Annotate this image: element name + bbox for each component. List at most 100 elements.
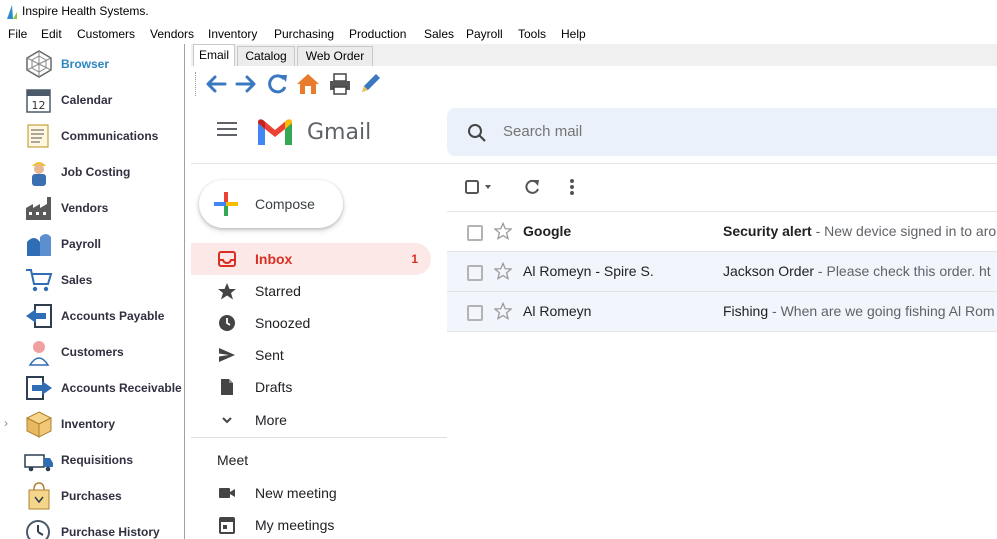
folder-label: Starred bbox=[255, 283, 301, 299]
sidebar-item-purchases[interactable]: Purchases bbox=[0, 478, 184, 514]
compose-button[interactable]: Compose bbox=[199, 180, 343, 228]
menu-payroll[interactable]: Payroll bbox=[466, 27, 503, 41]
meet-my-meetings[interactable]: My meetings bbox=[191, 509, 431, 539]
sidebar-item-purchase-history[interactable]: Purchase History bbox=[0, 514, 184, 539]
sidebar-item-calendar[interactable]: 12 Calendar bbox=[0, 82, 184, 118]
mail-list-toolbar bbox=[447, 163, 997, 212]
select-all-checkbox[interactable] bbox=[465, 180, 493, 194]
sidebar-item-requisitions[interactable]: Requisitions bbox=[0, 442, 184, 478]
menu-help[interactable]: Help bbox=[561, 27, 586, 41]
email-snippet: - Please check this order. ht bbox=[814, 263, 991, 279]
payroll-icon bbox=[27, 234, 51, 256]
folder-more[interactable]: More bbox=[191, 404, 431, 436]
calendar-icon bbox=[219, 517, 235, 534]
sidebar-item-label: Accounts Payable bbox=[61, 309, 165, 323]
search-icon[interactable] bbox=[467, 123, 487, 143]
receivable-icon bbox=[26, 376, 52, 400]
sidebar-item-job-costing[interactable]: Job Costing bbox=[0, 154, 184, 190]
menu-bar: File Edit Customers Vendors Inventory Pu… bbox=[0, 24, 997, 44]
email-subject: Jackson Order bbox=[723, 263, 815, 279]
box-icon bbox=[25, 411, 53, 438]
folder-starred[interactable]: Starred bbox=[191, 275, 431, 307]
sidebar-item-browser[interactable]: Browser bbox=[0, 46, 184, 82]
search-box[interactable] bbox=[447, 108, 997, 156]
folder-sent[interactable]: Sent bbox=[191, 339, 431, 371]
email-subject-line: Jackson Order - Please check this order.… bbox=[723, 263, 991, 279]
sidebar: Browser 12 Calendar Communications Job C… bbox=[0, 44, 185, 539]
send-icon bbox=[219, 348, 235, 362]
row-checkbox[interactable] bbox=[467, 305, 483, 321]
gmail-logo-icon[interactable] bbox=[256, 117, 294, 147]
sidebar-item-accounts-payable[interactable]: Accounts Payable bbox=[0, 298, 184, 334]
print-icon[interactable] bbox=[327, 71, 353, 97]
mail-row[interactable]: Al Romeyn Fishing - When are we going fi… bbox=[447, 292, 997, 332]
communications-icon bbox=[27, 124, 49, 148]
refresh-icon[interactable] bbox=[265, 71, 291, 97]
menu-sales[interactable]: Sales bbox=[424, 27, 454, 41]
sidebar-item-label: Payroll bbox=[61, 237, 102, 251]
row-checkbox[interactable] bbox=[467, 265, 483, 281]
menu-purchasing[interactable]: Purchasing bbox=[274, 27, 334, 41]
edit-pencil-icon[interactable] bbox=[357, 71, 383, 97]
email-sender: Al Romeyn - Spire S. bbox=[523, 263, 654, 279]
mail-row[interactable]: Al Romeyn - Spire S. Jackson Order - Ple… bbox=[447, 252, 997, 292]
menu-inventory[interactable]: Inventory bbox=[208, 27, 257, 41]
expander-chevron-icon[interactable]: › bbox=[4, 416, 8, 430]
unread-count-badge: 1 bbox=[411, 252, 418, 266]
star-outline-icon[interactable] bbox=[494, 262, 512, 280]
sidebar-item-label: Customers bbox=[61, 345, 124, 359]
mail-row[interactable]: Google Security alert - New device signe… bbox=[447, 212, 997, 252]
menu-tools[interactable]: Tools bbox=[518, 27, 546, 41]
tab-email[interactable]: Email bbox=[193, 44, 235, 66]
folder-snoozed[interactable]: Snoozed bbox=[191, 307, 431, 339]
forward-arrow-icon[interactable] bbox=[233, 71, 259, 97]
bag-icon bbox=[28, 482, 50, 510]
sidebar-item-label: Sales bbox=[61, 273, 93, 287]
app-logo-icon bbox=[7, 5, 17, 19]
meet-new-meeting[interactable]: New meeting bbox=[191, 477, 431, 509]
menu-edit[interactable]: Edit bbox=[41, 27, 62, 41]
menu-file[interactable]: File bbox=[8, 27, 27, 41]
sidebar-item-vendors[interactable]: Vendors bbox=[0, 190, 184, 226]
factory-icon bbox=[26, 197, 51, 220]
sidebar-item-label: Job Costing bbox=[61, 165, 131, 179]
sidebar-item-label: Requisitions bbox=[61, 453, 134, 467]
meet-item-label: New meeting bbox=[255, 485, 337, 501]
menu-production[interactable]: Production bbox=[349, 27, 406, 41]
star-outline-icon[interactable] bbox=[494, 222, 512, 240]
home-icon[interactable] bbox=[295, 71, 321, 97]
calendar-icon: 12 bbox=[26, 89, 51, 113]
sidebar-item-inventory[interactable]: › Inventory bbox=[0, 406, 184, 442]
sidebar-item-communications[interactable]: Communications bbox=[0, 118, 184, 154]
menu-vendors[interactable]: Vendors bbox=[150, 27, 194, 41]
sidebar-item-sales[interactable]: Sales bbox=[0, 262, 184, 298]
main-menu-icon[interactable] bbox=[217, 122, 237, 138]
sidebar-item-label: Communications bbox=[61, 129, 159, 143]
sidebar-item-label: Purchase History bbox=[61, 525, 160, 539]
sidebar-item-customers[interactable]: Customers bbox=[0, 334, 184, 370]
refresh-icon[interactable] bbox=[523, 178, 541, 196]
compose-plus-icon bbox=[214, 192, 238, 216]
tab-catalog[interactable]: Catalog bbox=[237, 46, 295, 66]
title-bar: Inspire Health Systems. bbox=[0, 0, 997, 24]
star-outline-icon[interactable] bbox=[494, 302, 512, 320]
back-arrow-icon[interactable] bbox=[203, 71, 229, 97]
search-input[interactable] bbox=[503, 123, 903, 140]
clock-icon bbox=[26, 520, 50, 539]
folder-label: Inbox bbox=[255, 251, 293, 267]
meet-item-label: My meetings bbox=[255, 517, 335, 533]
menu-customers[interactable]: Customers bbox=[77, 27, 135, 41]
tab-web-order[interactable]: Web Order bbox=[297, 46, 373, 66]
folder-inbox[interactable]: Inbox 1 bbox=[191, 243, 431, 275]
star-icon bbox=[218, 283, 236, 300]
email-subject: Security alert bbox=[723, 223, 812, 239]
more-options-icon[interactable] bbox=[569, 178, 575, 196]
toolbar-grip[interactable] bbox=[195, 72, 198, 96]
chevron-down-icon bbox=[222, 417, 232, 424]
sidebar-item-payroll[interactable]: Payroll bbox=[0, 226, 184, 262]
meet-section-title: Meet bbox=[217, 452, 249, 468]
folder-drafts[interactable]: Drafts bbox=[191, 371, 431, 403]
sidebar-item-accounts-receivable[interactable]: Accounts Receivable bbox=[0, 370, 184, 406]
sidebar-item-label: Accounts Receivable bbox=[61, 381, 182, 395]
row-checkbox[interactable] bbox=[467, 225, 483, 241]
